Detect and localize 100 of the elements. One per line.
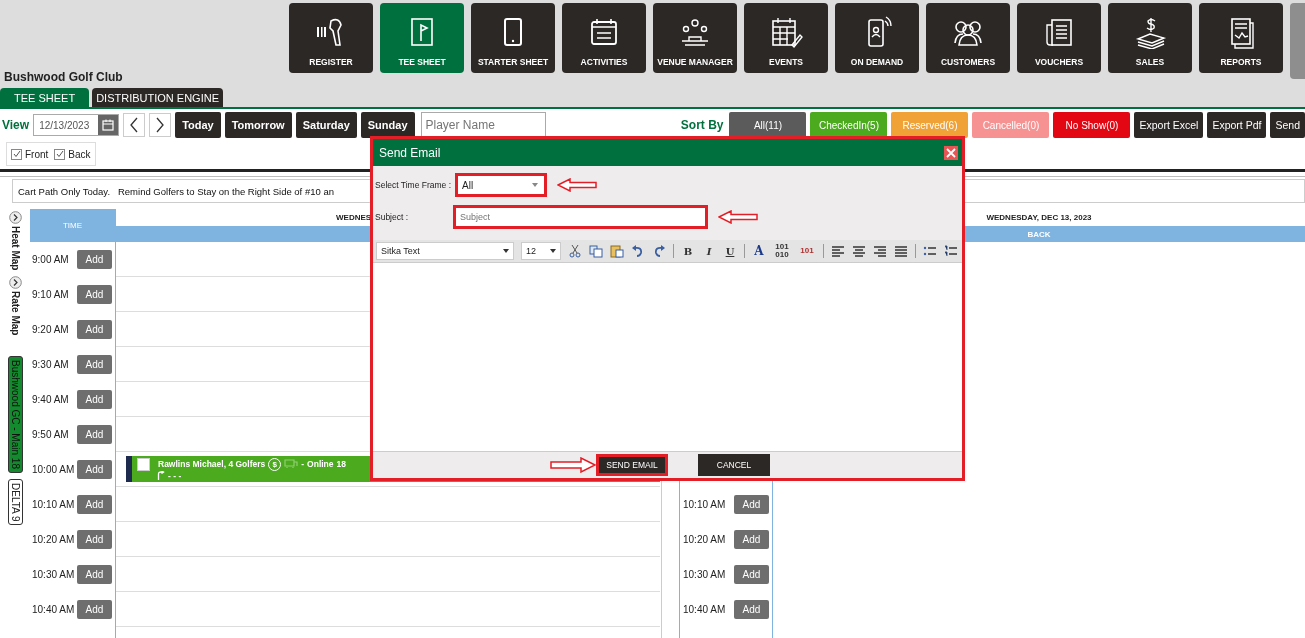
time-label: 9:30 AM (32, 359, 69, 370)
filter-button[interactable]: No Show(0) (1053, 112, 1131, 138)
action-button[interactable]: Export Pdf (1207, 112, 1267, 138)
time-header: TIME (30, 209, 115, 242)
font-dropdown[interactable]: Sitka Text (376, 242, 514, 260)
club-name: Bushwood Golf Club (3, 70, 124, 86)
copy-icon[interactable] (589, 244, 603, 258)
align-center-icon[interactable] (852, 244, 866, 258)
date-field[interactable]: 12/13/2023 (33, 114, 120, 136)
time-label: 9:00 AM (32, 254, 69, 265)
add-button[interactable]: Add (77, 530, 112, 549)
add-button[interactable]: Add (734, 565, 769, 584)
checkbox[interactable] (11, 148, 22, 160)
checkbox[interactable] (54, 148, 66, 160)
previous-button[interactable] (123, 113, 146, 137)
dialog-button[interactable]: CANCEL (698, 454, 770, 476)
nav-button[interactable]: ON DEMAND (835, 3, 919, 73)
nav-button[interactable]: ACTIVITIES (562, 3, 646, 73)
holes-text: 18 (336, 459, 346, 469)
add-button[interactable]: Add (77, 250, 112, 269)
add-button[interactable]: Add (77, 285, 112, 304)
clipboard-icon[interactable] (610, 244, 624, 258)
add-button[interactable]: Add (77, 565, 112, 584)
time-label: 10:00 AM (32, 464, 75, 475)
chevron-right-icon (155, 117, 166, 133)
date-header: WEDNES (336, 213, 372, 222)
format-button[interactable]: I (702, 245, 716, 257)
nav-button[interactable]: VOUCHERS (1017, 3, 1101, 73)
dialog-button[interactable]: SEND EMAIL (596, 454, 668, 476)
action-button[interactable]: Export Excel (1134, 112, 1204, 138)
tab[interactable]: DISTRIBUTION ENGINE (92, 88, 223, 107)
time-label: 9:40 AM (32, 394, 69, 405)
align-right-icon[interactable] (873, 244, 887, 258)
course-tab[interactable]: DELTA 9 (7, 478, 23, 526)
time-label: 10:30 AM (683, 569, 726, 580)
add-button[interactable]: Add (77, 495, 112, 514)
day-button[interactable]: Sunday (360, 112, 415, 138)
justify-icon[interactable] (894, 244, 908, 258)
action-button[interactable]: Send (1270, 112, 1305, 138)
player-name-field[interactable]: Player Name (420, 112, 546, 138)
time-label: 10:10 AM (32, 499, 75, 510)
caret-icon (550, 249, 556, 253)
format-button[interactable]: U (723, 245, 737, 257)
font-size-dropdown[interactable]: 12 (521, 242, 561, 260)
add-button[interactable]: Add (77, 460, 112, 479)
view-label: View (2, 118, 30, 132)
arrow-annotation-icon (718, 210, 758, 224)
tab[interactable]: TEE SHEET (0, 88, 90, 107)
next-button[interactable] (149, 113, 172, 137)
nav-button[interactable]: TEE SHEET (380, 3, 464, 73)
numbered-list-icon[interactable] (944, 244, 958, 258)
side-tab[interactable]: Heat Map (9, 226, 21, 271)
add-button[interactable]: Add (734, 495, 769, 514)
subject-field[interactable]: Subject (453, 205, 708, 229)
add-button[interactable]: Add (77, 600, 112, 619)
undo-icon[interactable] (631, 244, 645, 258)
add-button[interactable]: Add (77, 320, 112, 339)
day-button[interactable]: Saturday (295, 112, 357, 138)
nav-button[interactable]: CUSTOMERS (926, 3, 1010, 73)
redo-icon[interactable] (652, 244, 666, 258)
nav-button[interactable]: REGISTER (289, 3, 373, 73)
format-button[interactable]: B (681, 245, 695, 257)
nav-button[interactable]: STARTER SHEET (471, 3, 555, 73)
nav-button[interactable]: SALES (1108, 3, 1192, 73)
add-button[interactable]: Add (77, 425, 112, 444)
time-frame-dropdown[interactable]: All (455, 173, 547, 197)
time-label: 10:40 AM (683, 604, 726, 615)
field-label: Select Time Frame : (375, 180, 453, 190)
day-button[interactable]: Tomorrow (224, 112, 292, 138)
filter-button[interactable]: All(11) (729, 112, 807, 138)
nav-button[interactable]: VENUE MANAGER (653, 3, 737, 73)
checkbox-label: Front (25, 148, 49, 160)
time-label: 10:30 AM (32, 569, 75, 580)
nav-button[interactable]: EVENTS (744, 3, 828, 73)
expand-icon[interactable] (8, 211, 22, 224)
font-color-button[interactable]: A (752, 244, 766, 258)
checkbox[interactable] (137, 457, 150, 471)
booking-detail: - - - (168, 470, 182, 481)
close-button[interactable] (944, 145, 958, 160)
nav-button[interactable]: REPORTS (1199, 3, 1283, 73)
add-button[interactable]: Add (734, 530, 769, 549)
caret-icon (532, 183, 538, 187)
time-label: 10:40 AM (32, 604, 75, 615)
add-button[interactable]: Add (77, 355, 112, 374)
side-tab[interactable]: Rate Map (9, 291, 21, 336)
scissors-icon[interactable] (568, 244, 582, 258)
turn-arrow-icon (157, 471, 165, 480)
add-button[interactable]: Add (734, 600, 769, 619)
day-button[interactable]: Today (175, 112, 221, 138)
format-button[interactable]: 101 (798, 247, 816, 255)
add-button[interactable]: Add (77, 390, 112, 409)
cart-icon (284, 459, 299, 469)
align-left-icon[interactable] (831, 244, 845, 258)
bullet-list-icon[interactable] (923, 244, 937, 258)
calendar-icon[interactable] (102, 119, 115, 131)
course-tab[interactable]: Bushwood GC - Main 18 (7, 355, 23, 473)
expand-icon[interactable] (8, 276, 22, 290)
time-label: 10:20 AM (683, 534, 726, 545)
format-button[interactable]: 101 010 (773, 243, 791, 259)
checkbox-label: Back (68, 148, 91, 160)
